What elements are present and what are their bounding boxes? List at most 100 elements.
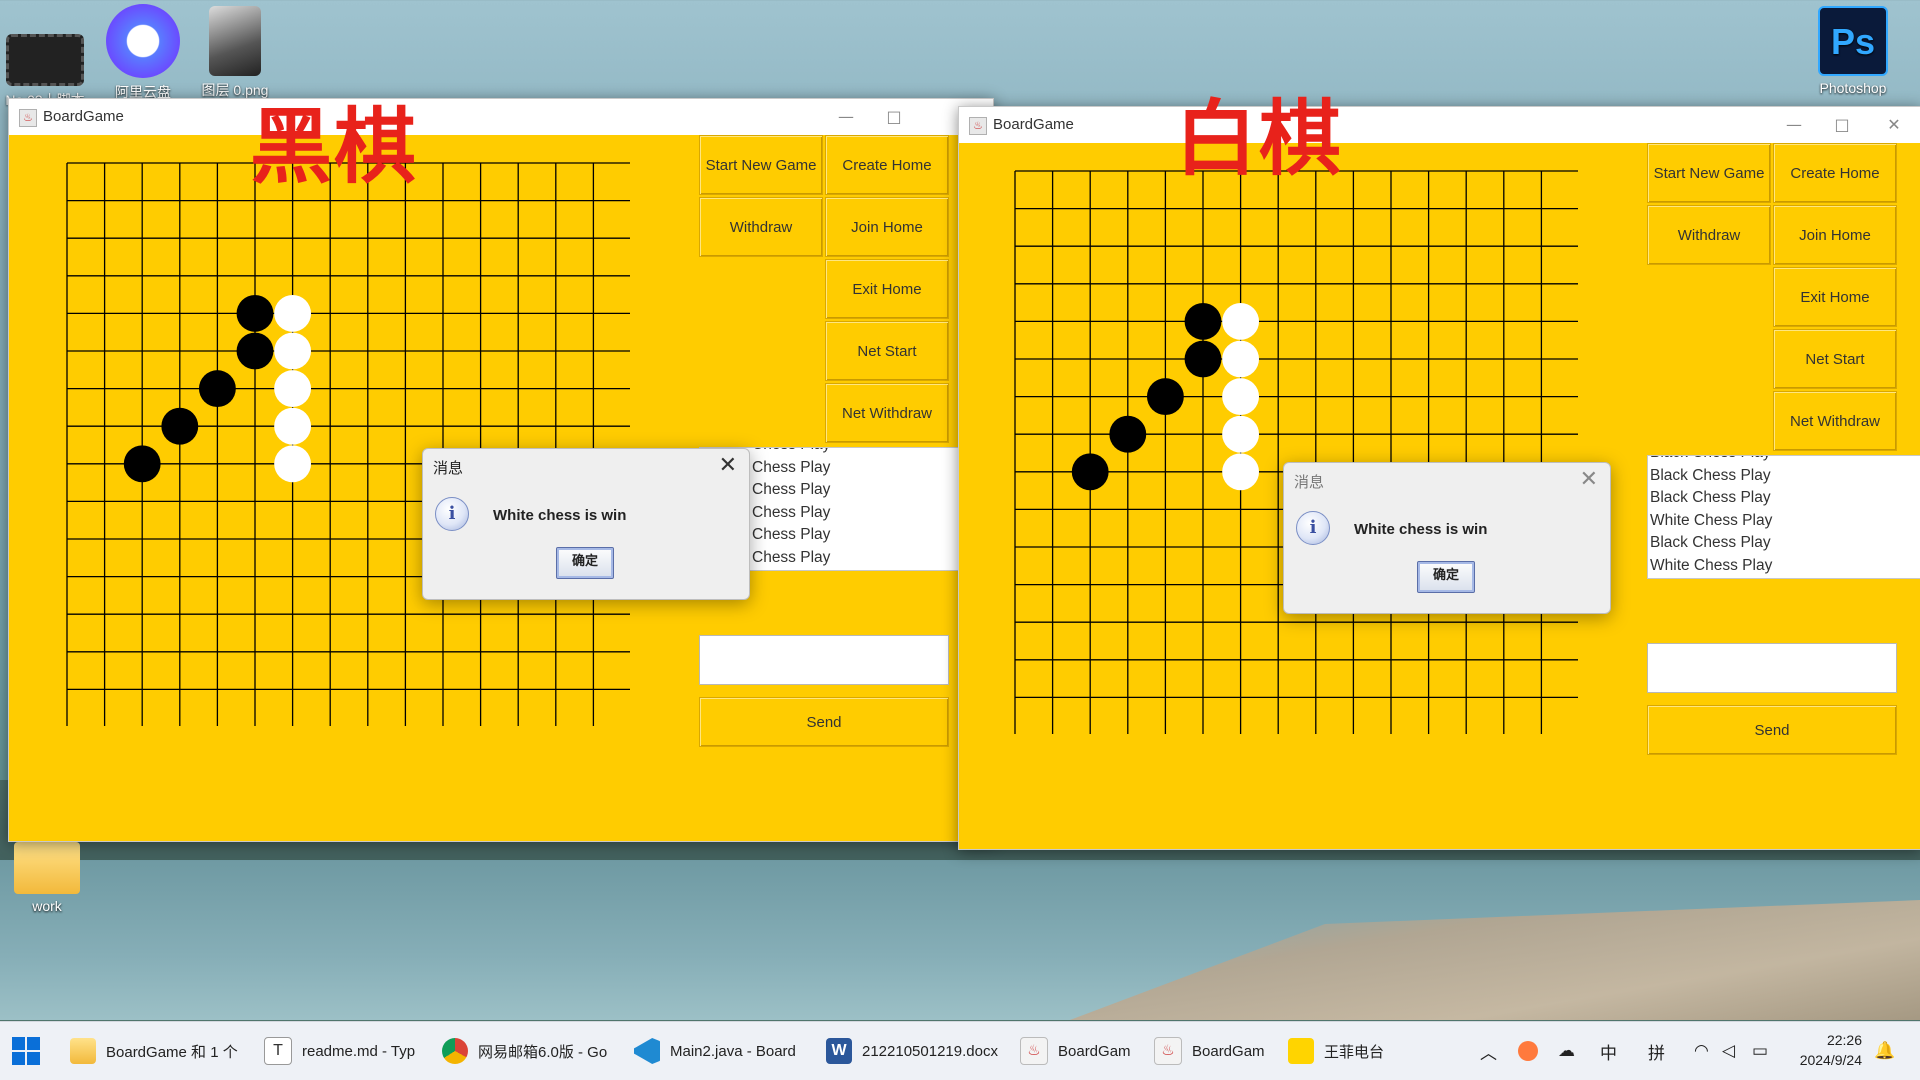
titlebar[interactable]: ♨ BoardGame — □ ✕ (959, 107, 1920, 143)
net-withdraw-button[interactable]: Net Withdraw (825, 383, 949, 443)
taskbar-label: readme.md - Typ (302, 1042, 416, 1060)
taskbar-item-boardgame-1[interactable]: ♨ BoardGam (1020, 1022, 1140, 1080)
close-icon[interactable]: ✕ (1879, 113, 1909, 137)
log-entry: White Chess Play (1650, 511, 1773, 529)
log-entry: Chess Play (752, 548, 831, 566)
minimize-icon[interactable]: — (831, 105, 861, 129)
net-start-button[interactable]: Net Start (825, 321, 949, 381)
black-stone (123, 445, 161, 483)
onedrive-icon[interactable]: ☁ (1558, 1022, 1575, 1080)
message-input[interactable] (1647, 643, 1897, 693)
board-grid[interactable] (1012, 168, 1578, 734)
exit-home-button[interactable]: Exit Home (1773, 267, 1897, 327)
send-button[interactable]: Send (699, 697, 949, 747)
java-icon: ♨ (1154, 1037, 1182, 1065)
black-stone (236, 332, 274, 370)
create-home-button[interactable]: Create Home (825, 135, 949, 195)
join-home-button[interactable]: Join Home (1773, 205, 1897, 265)
net-start-button[interactable]: Net Start (1773, 329, 1897, 389)
wifi-icon[interactable]: ◠ (1694, 1022, 1709, 1080)
start-new-game-button[interactable]: Start New Game (1647, 143, 1771, 203)
dialog-message: White chess is win (493, 507, 627, 524)
maximize-icon[interactable]: □ (879, 105, 909, 129)
move-log[interactable]: Black Chess Play Black Chess Play Black … (1647, 455, 1920, 579)
notification-bell-icon[interactable]: 🔔 (1874, 1022, 1895, 1080)
taskbar: BoardGame 和 1 个 T readme.md - Typ 网易邮箱6.… (0, 1021, 1920, 1080)
taskbar-label: BoardGam (1058, 1042, 1131, 1060)
net-withdraw-button[interactable]: Net Withdraw (1773, 391, 1897, 451)
withdraw-button[interactable]: Withdraw (699, 197, 823, 257)
black-side-label: 黑棋 (250, 100, 419, 195)
exit-home-button[interactable]: Exit Home (825, 259, 949, 319)
chevron-up-icon[interactable]: ︿ (1480, 1022, 1497, 1080)
log-entry: Chess Play (752, 481, 831, 498)
taskbar-item-vscode[interactable]: Main2.java - Board (634, 1022, 814, 1080)
game-board[interactable] (64, 160, 630, 726)
start-new-game-button[interactable]: Start New Game (699, 135, 823, 195)
taskbar-label: 王菲电台 (1324, 1043, 1385, 1061)
info-icon: i (1296, 511, 1330, 545)
maximize-icon[interactable]: □ (1827, 113, 1857, 137)
board-grid[interactable] (64, 160, 630, 726)
taskbar-label: Main2.java - Board (670, 1042, 796, 1060)
taskbar-label: BoardGam (1192, 1042, 1265, 1060)
minimize-icon[interactable]: — (1779, 113, 1809, 137)
folder-icon (70, 1038, 96, 1064)
desktop-icon-photoshop[interactable]: Ps Photoshop (1808, 6, 1898, 96)
white-stone (274, 370, 312, 408)
clock[interactable]: 22:26 2024/9/24 (1800, 1030, 1862, 1070)
taskbar-item-chrome[interactable]: 网易邮箱6.0版 - Go (442, 1022, 622, 1080)
film-icon (6, 34, 84, 86)
cloud-drive-icon (106, 4, 180, 78)
ime-lang-indicator[interactable]: 中 (1600, 1022, 1617, 1080)
game-board[interactable] (1012, 168, 1578, 734)
join-home-button[interactable]: Join Home (825, 197, 949, 257)
chrome-icon (442, 1038, 468, 1064)
log-entry: Black Chess Play (1650, 466, 1771, 484)
volume-icon[interactable]: ◁ (1722, 1022, 1735, 1080)
taskbar-item-music[interactable]: 王菲电台 (1288, 1022, 1418, 1080)
black-stone (198, 370, 236, 408)
message-input[interactable] (699, 635, 949, 685)
black-stone (1071, 453, 1109, 491)
white-stone (1222, 302, 1260, 340)
win-message-dialog[interactable]: 消息 ✕ i White chess is win 确定 (422, 448, 750, 600)
close-icon[interactable]: ✕ (1580, 467, 1598, 492)
white-stone (274, 294, 312, 332)
ok-button[interactable]: 确定 (556, 547, 614, 579)
send-button[interactable]: Send (1647, 705, 1897, 755)
taskbar-label: 212210501219.docx (862, 1042, 998, 1060)
start-button[interactable] (12, 1022, 40, 1080)
win-message-dialog[interactable]: 消息 ✕ i White chess is win 确定 (1283, 462, 1611, 614)
music-player-icon (1288, 1038, 1314, 1064)
white-stone (1222, 340, 1260, 378)
white-stone (274, 407, 312, 445)
desktop-icon-work-folder[interactable]: work (2, 842, 92, 914)
white-stone (274, 332, 312, 370)
titlebar[interactable]: ♨ BoardGame — □ (9, 99, 993, 135)
black-stone (161, 407, 199, 445)
battery-icon[interactable]: ▭ (1752, 1022, 1768, 1080)
taskbar-label: 网易邮箱6.0版 - Go (478, 1043, 608, 1061)
white-stone (1222, 378, 1260, 416)
window-title: BoardGame (43, 108, 124, 125)
withdraw-button[interactable]: Withdraw (1647, 205, 1771, 265)
create-home-button[interactable]: Create Home (1773, 143, 1897, 203)
taskbar-item-boardgame-2[interactable]: ♨ BoardGam (1154, 1022, 1274, 1080)
taskbar-item-typora[interactable]: T readme.md - Typ (264, 1022, 434, 1080)
white-stone (1222, 453, 1260, 491)
black-stone (1146, 378, 1184, 416)
ok-button[interactable]: 确定 (1417, 561, 1475, 593)
black-stone (1184, 340, 1222, 378)
tray-app-icon[interactable] (1518, 1022, 1538, 1080)
desktop-icon-video[interactable]: No.03丨脚本 (0, 6, 90, 110)
taskbar-item-explorer[interactable]: BoardGame 和 1 个 (70, 1022, 250, 1080)
close-icon[interactable]: ✕ (719, 453, 737, 478)
log-entry: Black Chess Play (1650, 534, 1771, 551)
clock-time: 22:26 (1826, 1032, 1862, 1048)
ime-mode-indicator[interactable]: 拼 (1648, 1022, 1665, 1080)
taskbar-item-word[interactable]: W 212210501219.docx (826, 1022, 1016, 1080)
desktop-icon-aliyun[interactable]: 阿里云盘 (98, 4, 188, 102)
windows-start-icon (12, 1037, 40, 1065)
java-icon: ♨ (19, 109, 37, 127)
